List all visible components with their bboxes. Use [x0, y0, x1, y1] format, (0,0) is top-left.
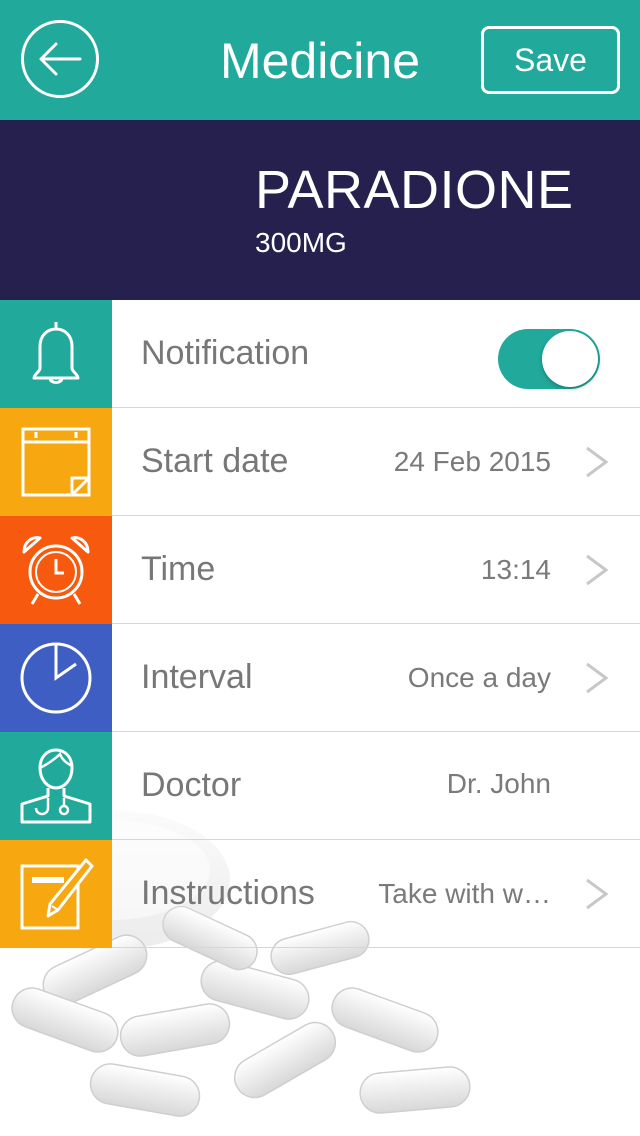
instructions-label: Instructions [141, 874, 315, 912]
notification-icon-box [0, 300, 112, 408]
start-date-value: 24 Feb 2015 [393, 445, 551, 477]
doctor-icon [20, 748, 92, 824]
chevron-right-icon [586, 662, 609, 693]
instructions-value: Take with w… [378, 877, 551, 909]
medicine-name: PARADIONE [255, 160, 574, 220]
toggle-knob [542, 331, 598, 387]
instructions-row[interactable]: Instructions Take with w… [0, 840, 640, 948]
time-icon-box [0, 516, 112, 624]
interval-icon-box [0, 624, 112, 732]
medicine-dose: 300MG [255, 227, 347, 258]
calendar-icon [21, 427, 91, 497]
back-button[interactable] [21, 20, 99, 98]
chevron-right-icon [586, 554, 609, 585]
notification-label: Notification [141, 334, 310, 372]
doctor-row[interactable]: Doctor Dr. John [0, 732, 640, 840]
instructions-icon-box [0, 840, 112, 948]
interval-row[interactable]: Interval Once a day [0, 624, 640, 732]
start-date-icon-box [0, 408, 112, 516]
notification-toggle[interactable] [498, 329, 600, 389]
start-date-label: Start date [141, 442, 289, 480]
arrow-left-icon [39, 42, 82, 76]
bell-icon [32, 322, 80, 384]
time-label: Time [141, 550, 216, 588]
alarm-clock-icon [22, 536, 90, 605]
interval-label: Interval [141, 658, 253, 696]
interval-value: Once a day [407, 661, 551, 693]
chevron-right-icon [586, 446, 609, 477]
doctor-value: Dr. John [446, 768, 551, 799]
time-row[interactable]: Time 13:14 [0, 516, 640, 624]
start-date-row[interactable]: Start date 24 Feb 2015 [0, 408, 640, 516]
pie-clock-icon [20, 642, 92, 714]
time-value: 13:14 [480, 553, 551, 585]
note-pencil-icon [20, 858, 94, 930]
top-bar: Medicine Save [0, 0, 640, 120]
settings-list: Notification Start date 24 Feb 2015 Time… [0, 300, 640, 948]
chevron-right-icon [586, 878, 609, 909]
doctor-label: Doctor [141, 766, 242, 804]
doctor-icon-box [0, 732, 112, 840]
save-button[interactable]: Save [481, 26, 620, 94]
notification-row: Notification [0, 300, 640, 408]
